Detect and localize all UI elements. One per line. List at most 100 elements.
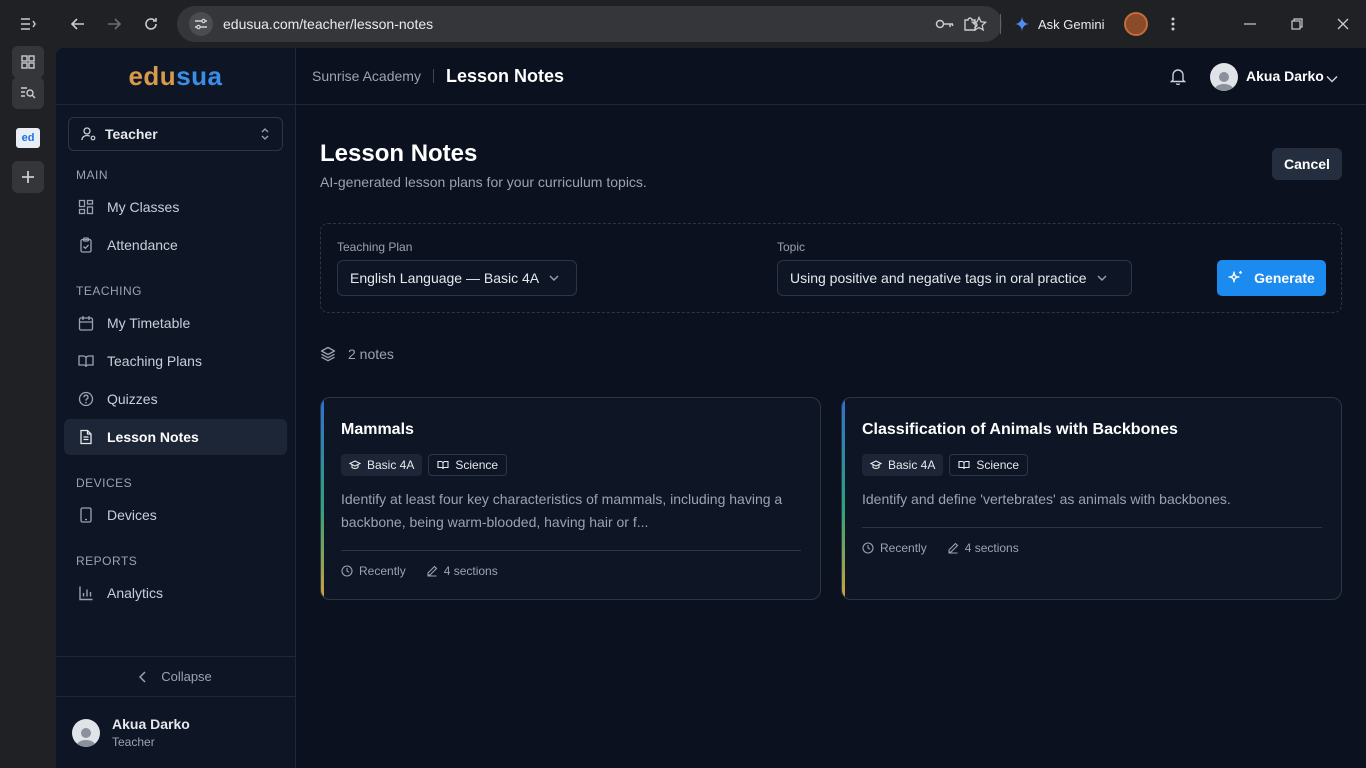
notes-count: 2 notes — [320, 346, 394, 362]
app-viewport: edu sua Teacher MAIN My Classes Attendanc… — [56, 48, 1366, 768]
favicon-text: ed — [21, 132, 35, 144]
chevron-down-icon — [549, 275, 559, 281]
lesson-note-card[interactable]: Classification of Animals with Backbones… — [841, 397, 1342, 600]
collapse-sidebar-button[interactable]: Collapse — [56, 656, 295, 697]
lesson-note-card[interactable]: Mammals Basic 4A Science Identify at lea… — [320, 397, 821, 600]
card-title[interactable]: Classification of Animals with Backbones — [862, 421, 1178, 439]
browser-toolbar: edusua.com/teacher/lesson-notes Ask Gemi… — [56, 0, 1366, 48]
book-open-icon — [437, 460, 449, 470]
chevron-left-icon — [139, 670, 146, 683]
brand-logo[interactable]: edu sua — [56, 48, 295, 105]
sidebar-item-label: My Timetable — [107, 315, 191, 331]
calendar-icon — [77, 314, 95, 332]
sidebar-item-analytics[interactable]: Analytics — [64, 575, 287, 611]
reload-icon[interactable] — [133, 6, 169, 42]
sidebar-item-quizzes[interactable]: Quizzes — [64, 381, 287, 417]
file-text-icon — [77, 428, 95, 446]
cancel-button[interactable]: Cancel — [1272, 148, 1342, 180]
pencil-icon — [948, 542, 958, 554]
sparkles-icon — [1228, 271, 1243, 283]
card-meta: Recently 4 sections — [862, 541, 1019, 555]
sidebar-item-teaching-plans[interactable]: Teaching Plans — [64, 343, 287, 379]
new-tab-icon[interactable] — [12, 161, 44, 193]
help-circle-icon — [77, 390, 95, 408]
sidebar-item-label: Teaching Plans — [107, 353, 202, 369]
ask-gemini-button[interactable]: Ask Gemini — [1014, 10, 1104, 38]
teaching-plan-value: English Language — Basic 4A — [350, 270, 540, 286]
page-subtitle: AI-generated lesson plans for your curri… — [320, 174, 647, 190]
address-bar[interactable]: edusua.com/teacher/lesson-notes — [177, 6, 1002, 42]
topic-label: Topic — [777, 240, 806, 254]
subject-badge: Science — [428, 454, 508, 476]
sidebar-item-label: Lesson Notes — [107, 429, 199, 445]
breadcrumb-divider — [432, 69, 434, 83]
role-selector[interactable]: Teacher — [68, 117, 283, 151]
chevron-down-icon[interactable] — [1326, 70, 1338, 88]
back-icon[interactable] — [60, 6, 96, 42]
section-title-teaching: TEACHING — [76, 284, 143, 298]
tab-list-toggle-icon[interactable] — [12, 8, 44, 40]
breadcrumb-school[interactable]: Sunrise Academy — [312, 68, 421, 84]
sidebar-item-label: Devices — [107, 507, 157, 523]
sidebar-item-my-timetable[interactable]: My Timetable — [64, 305, 287, 341]
grade-badge: Basic 4A — [341, 454, 423, 476]
forward-icon[interactable] — [96, 6, 132, 42]
toolbar-divider — [1000, 14, 1001, 34]
notifications-bell-icon[interactable] — [1169, 68, 1187, 90]
site-settings-icon[interactable] — [189, 12, 213, 36]
breadcrumb-page: Lesson Notes — [445, 65, 564, 86]
collapse-label: Collapse — [161, 669, 212, 684]
avatar — [72, 718, 100, 747]
sidebar-user-profile[interactable]: Akua Darko Teacher — [72, 716, 190, 749]
topic-value: Using positive and negative tags in oral… — [790, 270, 1087, 286]
grid-icon — [77, 198, 95, 216]
book-open-icon — [77, 352, 95, 370]
card-description: Identify at least four key characteristi… — [341, 491, 783, 530]
card-time: Recently — [359, 564, 406, 578]
clock-icon — [341, 565, 353, 577]
layers-icon — [320, 346, 336, 362]
pencil-icon — [427, 565, 437, 577]
brand-logo-part1: edu — [128, 60, 177, 91]
graduation-cap-icon — [870, 460, 882, 470]
close-window-icon[interactable] — [1320, 0, 1366, 48]
card-accent-stripe — [842, 398, 845, 599]
sidebar-item-lesson-notes[interactable]: Lesson Notes — [64, 419, 287, 455]
generate-label: Generate — [1254, 270, 1315, 286]
app-header: Sunrise Academy Lesson Notes Akua Darko — [296, 48, 1366, 105]
card-title[interactable]: Mammals — [341, 421, 414, 439]
password-key-icon[interactable] — [932, 12, 958, 36]
page-title: Lesson Notes — [320, 140, 478, 167]
user-cog-icon — [81, 127, 96, 141]
generate-button[interactable]: Generate — [1217, 260, 1326, 296]
section-title-main: MAIN — [76, 168, 108, 182]
extensions-puzzle-icon[interactable] — [958, 12, 984, 36]
card-description: Identify and define 'vertebrates' as ani… — [862, 491, 1231, 507]
restore-icon[interactable] — [1274, 0, 1320, 48]
generate-form: Teaching Plan English Language — Basic 4… — [320, 223, 1342, 313]
chevron-down-icon — [1097, 275, 1107, 281]
graduation-cap-icon — [349, 460, 361, 470]
card-meta: Recently 4 sections — [341, 564, 498, 578]
sidebar-item-label: Analytics — [107, 585, 164, 601]
browser-vertical-tab-strip: ed — [0, 0, 56, 768]
card-divider — [341, 550, 801, 551]
teaching-plan-select[interactable]: English Language — Basic 4A — [337, 260, 577, 296]
sidebar: edu sua Teacher MAIN My Classes Attendanc… — [56, 48, 296, 768]
edusua-tab-favicon[interactable]: ed — [16, 128, 40, 148]
url-text[interactable]: edusua.com/teacher/lesson-notes — [223, 16, 433, 32]
sidebar-item-label: My Classes — [107, 199, 180, 215]
sidebar-item-devices[interactable]: Devices — [64, 497, 287, 533]
sidebar-item-my-classes[interactable]: My Classes — [64, 189, 287, 225]
header-avatar[interactable] — [1210, 63, 1238, 91]
minimize-icon[interactable] — [1227, 0, 1273, 48]
clipboard-icon — [77, 236, 95, 254]
browser-profile-avatar[interactable] — [1124, 12, 1148, 36]
sidebar-item-attendance[interactable]: Attendance — [64, 227, 287, 263]
browser-menu-icon[interactable] — [1160, 12, 1186, 36]
tab-search-icon[interactable] — [12, 77, 44, 109]
ask-gemini-label: Ask Gemini — [1038, 16, 1105, 32]
tab-groups-icon[interactable] — [12, 46, 44, 78]
header-user-name[interactable]: Akua Darko — [1246, 68, 1324, 84]
topic-select[interactable]: Using positive and negative tags in oral… — [777, 260, 1132, 296]
